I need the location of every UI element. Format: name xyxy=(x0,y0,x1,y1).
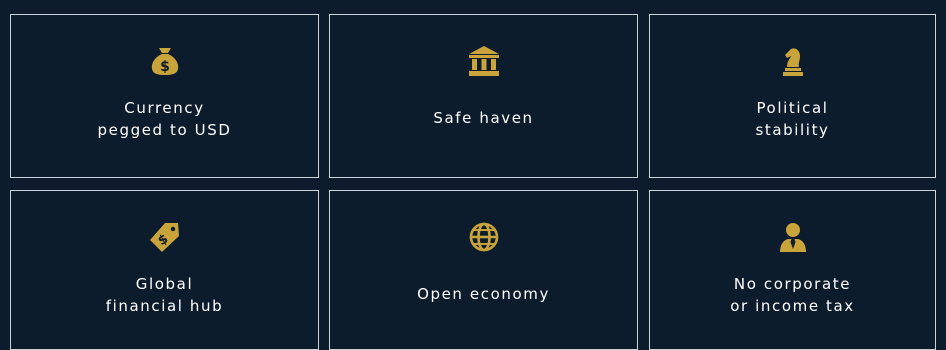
feature-card-no-tax: No corporate or income tax xyxy=(649,190,936,350)
feature-label: Open economy xyxy=(417,283,550,305)
feature-label-line: Open economy xyxy=(417,285,550,303)
feature-label: Political stability xyxy=(755,97,829,141)
globe-icon xyxy=(466,219,502,255)
feature-label-line: Safe haven xyxy=(433,109,534,127)
bank-building-icon xyxy=(466,43,502,79)
feature-label-line: Global xyxy=(135,275,194,293)
money-bag-icon: $ xyxy=(147,43,183,79)
feature-label-line: or income tax xyxy=(730,297,855,315)
feature-label: No corporate or income tax xyxy=(730,273,855,317)
user-tie-icon xyxy=(775,219,811,255)
feature-label-line: financial hub xyxy=(105,297,224,315)
feature-label-line: stability xyxy=(755,121,830,139)
feature-label: Currency pegged to USD xyxy=(98,97,232,141)
feature-label-line: Currency xyxy=(124,99,205,117)
feature-card-financial-hub: $ Global financial hub xyxy=(10,190,319,350)
feature-label: Global financial hub xyxy=(106,273,224,317)
feature-label-line: Political xyxy=(756,99,829,117)
price-tag-dollar-icon: $ xyxy=(147,219,183,255)
feature-card-safe-haven: Safe haven xyxy=(329,14,638,178)
feature-label: Safe haven xyxy=(433,107,533,129)
feature-card-currency: $ Currency pegged to USD xyxy=(10,14,319,178)
feature-card-open-economy: Open economy xyxy=(329,190,638,350)
chess-knight-icon xyxy=(775,43,811,79)
feature-card-political-stability: Political stability xyxy=(649,14,936,178)
feature-label-line: pegged to USD xyxy=(97,121,232,139)
svg-text:$: $ xyxy=(160,59,170,75)
feature-label-line: No corporate xyxy=(733,275,852,293)
